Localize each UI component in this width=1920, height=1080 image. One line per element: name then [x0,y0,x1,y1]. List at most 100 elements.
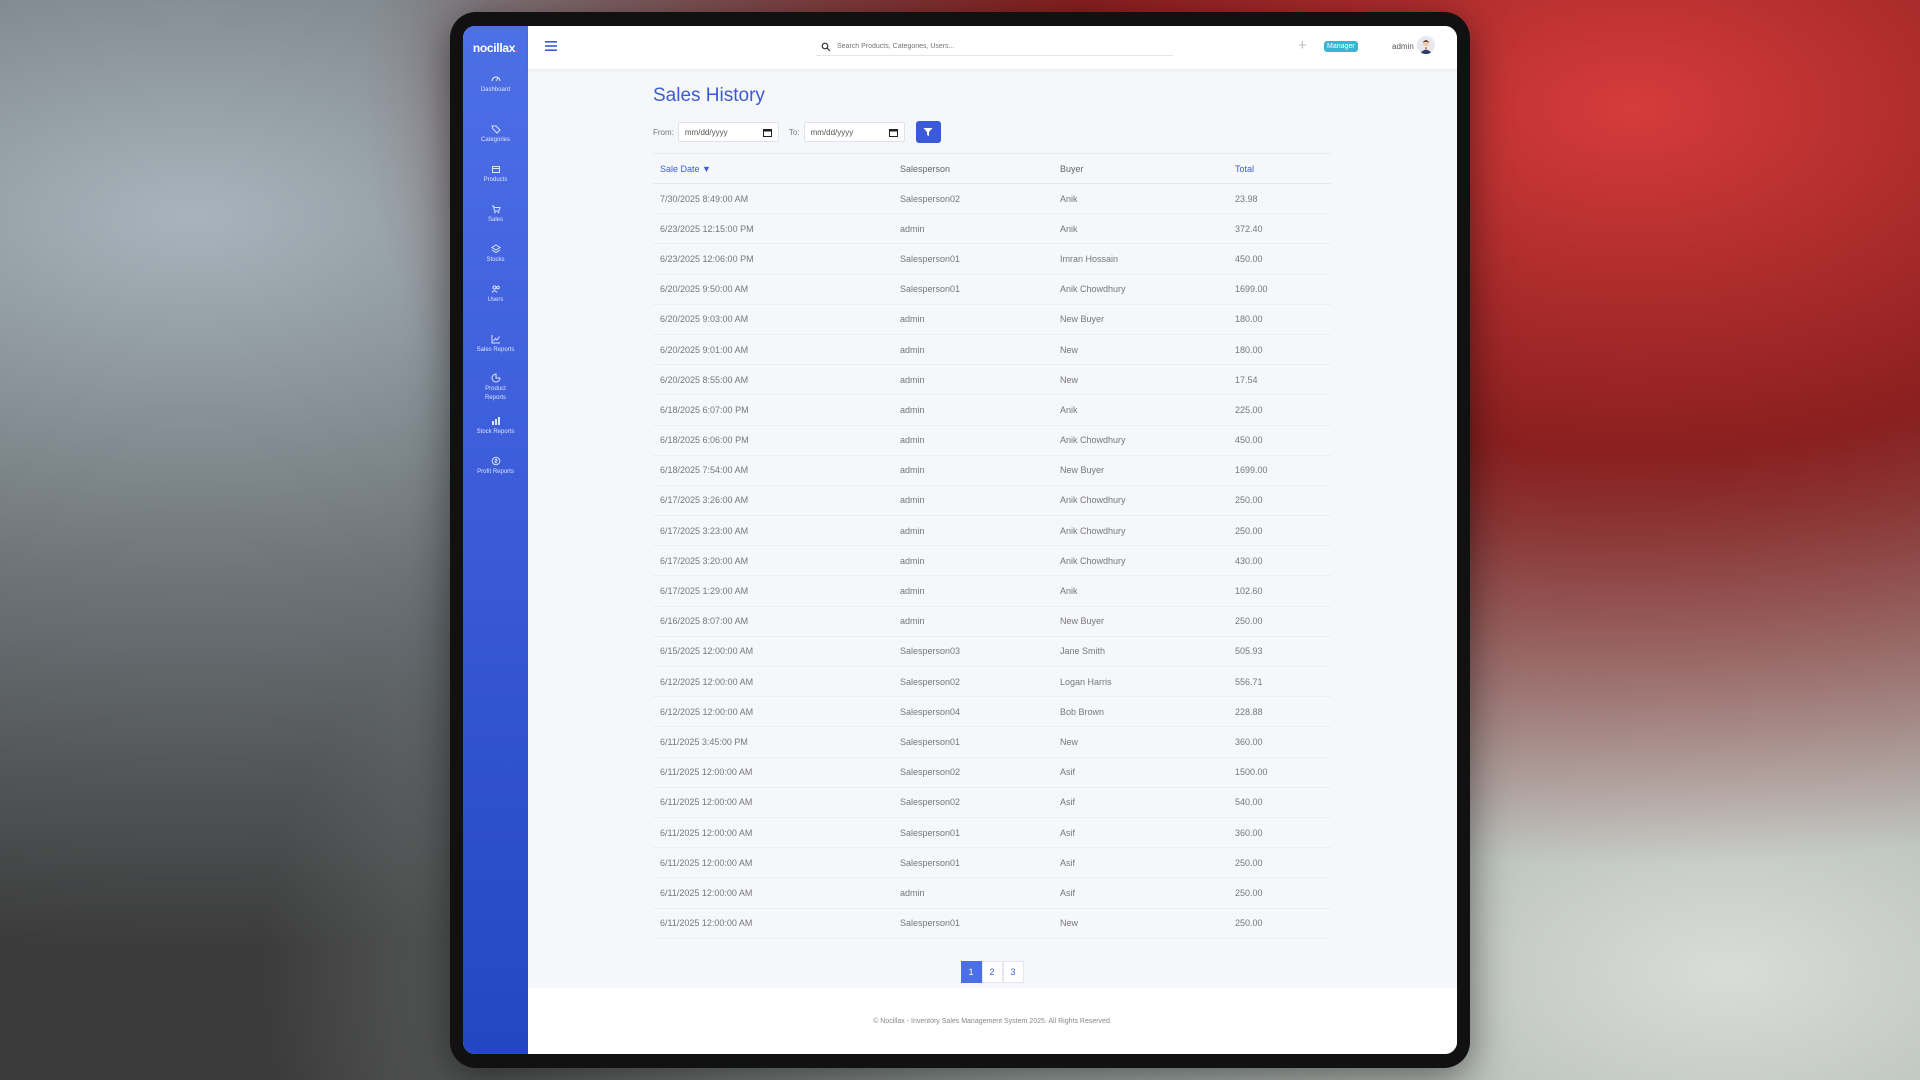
add-button[interactable]: + [1298,37,1307,54]
to-date-placeholder: mm/dd/yyyy [810,127,854,137]
sales-history-section: Sales History From: mm/dd/yyyy To: mm/dd… [653,69,1331,983]
cell-total: 225.00 [1228,394,1331,426]
table-row[interactable]: 6/20/2025 9:03:00 AM admin New Buyer 180.00 [653,304,1331,335]
table-row[interactable]: 6/17/2025 3:23:00 AM admin Anik Chowdhury 2… [653,515,1331,547]
sidebar-item-profit-reports[interactable]: Profit Reports [463,451,528,481]
cell-total: 250.00 [1228,606,1331,637]
table-row[interactable]: 6/11/2025 12:00:00 AM Salesperson02 Asif 54… [653,787,1331,818]
cell-total: 180.00 [1228,304,1331,335]
cell-salesperson: Salesperson01 [893,243,1053,275]
from-date-input[interactable]: mm/dd/yyyy [677,122,779,142]
cell-total: 102.60 [1228,575,1331,607]
table-row[interactable]: 6/20/2025 8:55:00 AM admin New 17.54 [653,364,1331,396]
page-button-3[interactable]: 3 [1002,960,1024,983]
cell-total: 360.00 [1228,817,1331,849]
cell-total: 430.00 [1228,545,1331,577]
hamburger-menu-icon[interactable] [545,40,557,52]
to-date-input[interactable]: mm/dd/yyyy [803,122,905,142]
column-header-salesperson[interactable]: Salesperson [893,153,1053,184]
footer-copyright: © Nocillax - Inventory Sales Management … [873,1017,1112,1025]
table-row[interactable]: 6/11/2025 12:00:00 AM Salesperson01 Asif 25… [653,847,1331,879]
cell-sale-date: 6/11/2025 12:00:00 AM [653,757,893,788]
cell-total: 556.71 [1228,666,1331,698]
page-button-1[interactable]: 1 [960,960,982,983]
column-header-sale-date[interactable]: Sale Date ▼ [653,153,893,184]
cell-sale-date: 6/16/2025 8:07:00 AM [653,606,893,637]
sidebar-item-label: Dashboard [480,86,511,93]
table-row[interactable]: 6/17/2025 3:26:00 AM admin Anik Chowdhury 2… [653,485,1331,517]
username[interactable]: admin [1392,42,1414,51]
page-button-2[interactable]: 2 [981,960,1003,983]
table-row[interactable]: 6/11/2025 3:45:00 PM Salesperson01 New 360.… [653,726,1331,758]
cell-total: 23.98 [1228,183,1331,215]
table-row[interactable]: 6/23/2025 12:15:00 PM admin Anik 372.40 [653,213,1331,245]
chart-icon [491,334,500,343]
cell-sale-date: 6/17/2025 3:20:00 AM [653,545,893,577]
table-row[interactable]: 6/15/2025 12:00:00 AM Salesperson03 Jane S… [653,636,1331,668]
report-icon [491,373,501,383]
table-row[interactable]: 6/23/2025 12:06:00 PM Salesperson01 Imran … [653,243,1331,275]
cell-sale-date: 6/12/2025 12:00:00 AM [653,696,893,728]
sidebar-item-product-reports[interactable]: Product Reports [463,369,528,407]
table-row[interactable]: 6/11/2025 12:00:00 AM admin Asif 250.00 [653,877,1331,909]
table-row[interactable]: 6/12/2025 12:00:00 AM Salesperson04 Bob Br… [653,696,1331,728]
table-row[interactable]: 6/18/2025 6:07:00 PM admin Anik 225.00 [653,394,1331,426]
cell-total: 360.00 [1228,726,1331,758]
cell-total: 250.00 [1228,847,1331,879]
cell-salesperson: admin [893,455,1053,486]
box-icon [491,165,500,173]
sidebar-item-sales-reports[interactable]: Sales Reports [463,329,528,359]
table-row[interactable]: 6/11/2025 12:00:00 AM Salesperson01 New 250… [653,908,1331,939]
search-input[interactable] [837,43,1157,50]
cell-buyer: Bob Brown [1053,696,1228,728]
table-row[interactable]: 6/12/2025 12:00:00 AM Salesperson02 Logan … [653,666,1331,698]
table-row[interactable]: 6/16/2025 8:07:00 AM admin New Buyer 250.00 [653,606,1331,637]
cell-total: 180.00 [1228,334,1331,366]
sidebar-item-products[interactable]: Products [463,159,528,189]
sidebar-item-sales[interactable]: Sales [463,199,528,229]
cell-sale-date: 6/11/2025 12:00:00 AM [653,908,893,939]
cell-salesperson: admin [893,515,1053,547]
sidebar-item-stock-reports[interactable]: Stock Reports [463,411,528,441]
cell-sale-date: 6/20/2025 9:01:00 AM [653,334,893,366]
search-icon [821,42,831,51]
sidebar-item-users[interactable]: Users [463,279,528,309]
table-row[interactable]: 6/18/2025 6:06:00 PM admin Anik Chowdhury 4… [653,425,1331,456]
table-row[interactable]: 6/18/2025 7:54:00 AM admin New Buyer 1699.0… [653,455,1331,486]
column-header-buyer[interactable]: Buyer [1053,153,1228,184]
layers-icon [490,243,501,253]
sidebar-item-label: Categories [480,136,510,143]
date-filter-bar: From: mm/dd/yyyy To: mm/dd/yyyy [653,121,1331,143]
cell-salesperson: Salesperson01 [893,274,1053,305]
cell-buyer: New [1053,726,1228,758]
table-row[interactable]: 6/17/2025 3:20:00 AM admin Anik Chowdhury 4… [653,545,1331,577]
cell-total: 250.00 [1228,485,1331,517]
cell-buyer: Anik [1053,213,1228,245]
cell-sale-date: 6/23/2025 12:15:00 PM [653,213,893,245]
footer: © Nocillax - Inventory Sales Management … [528,988,1457,1054]
profit-icon [491,456,500,465]
cell-salesperson: Salesperson02 [893,666,1053,698]
table-row[interactable]: 6/20/2025 9:01:00 AM admin New 180.00 [653,334,1331,366]
cell-salesperson: admin [893,485,1053,517]
filter-button[interactable] [915,121,941,143]
column-header-total[interactable]: Total [1228,153,1331,184]
users-icon [491,285,500,293]
cell-total: 228.88 [1228,696,1331,728]
cell-buyer: Asif [1053,757,1228,788]
table-row[interactable]: 6/17/2025 1:29:00 AM admin Anik 102.60 [653,575,1331,607]
table-row[interactable]: 6/11/2025 12:00:00 AM Salesperson01 Asif 36… [653,817,1331,849]
cell-buyer: Anik Chowdhury [1053,425,1228,456]
calendar-icon[interactable] [762,128,772,137]
app-logo[interactable]: nocillax. [473,41,519,55]
sidebar-item-categories[interactable]: Categories [463,119,528,149]
sidebar-item-dashboard[interactable]: Dashboard [463,69,528,99]
avatar[interactable] [1417,36,1435,54]
table-row[interactable]: 6/20/2025 9:50:00 AM Salesperson01 Anik Ch… [653,274,1331,305]
cell-buyer: Imran Hossain [1053,243,1228,275]
sidebar-item-stocks[interactable]: Stocks [463,239,528,269]
table-row[interactable]: 7/30/2025 8:49:00 AM Salesperson02 Anik 23.… [653,183,1331,215]
table-row[interactable]: 6/11/2025 12:00:00 AM Salesperson02 Asif 15… [653,757,1331,788]
cell-salesperson: Salesperson02 [893,757,1053,788]
calendar-icon[interactable] [888,128,898,137]
